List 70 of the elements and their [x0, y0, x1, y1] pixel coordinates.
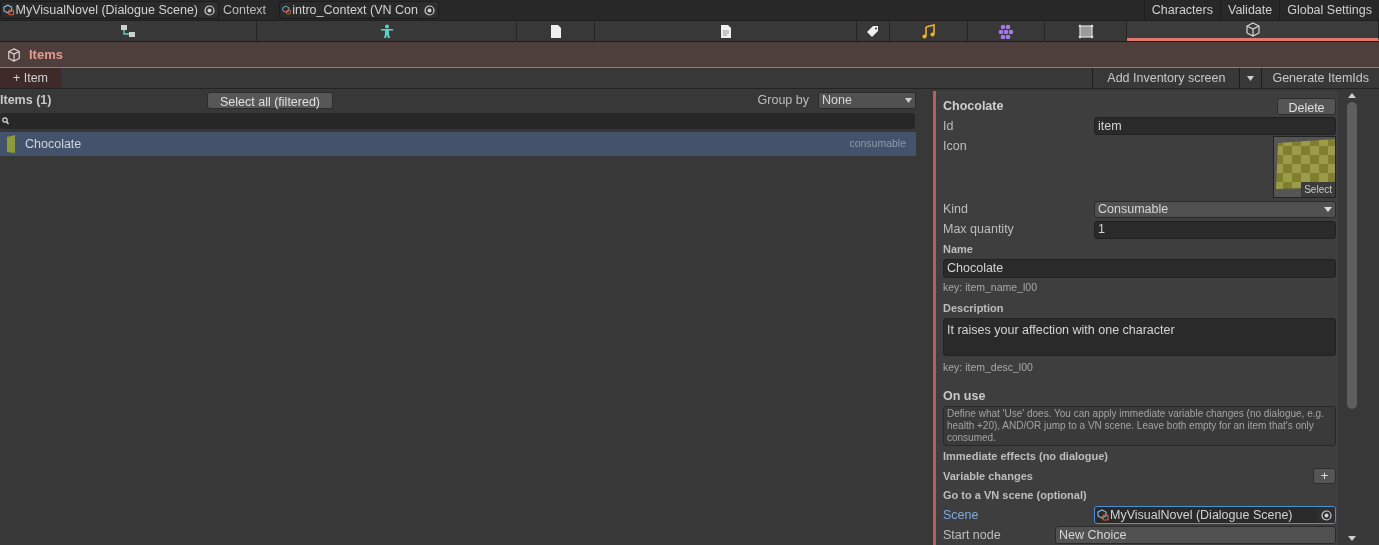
- generate-ids-button[interactable]: Generate ItemIds: [1261, 68, 1379, 88]
- icon-preview[interactable]: Select: [1273, 136, 1336, 199]
- scroll-down-icon[interactable]: [1347, 536, 1356, 541]
- name-field[interactable]: Chocolate: [943, 259, 1336, 279]
- scene-asset-icon: [282, 4, 292, 16]
- field-value: MyVisualNovel (Dialogue Scene): [1110, 507, 1293, 524]
- toolbar-button[interactable]: Validate: [1219, 0, 1280, 20]
- field-label: Start node: [943, 526, 1002, 544]
- caret-icon: [1324, 207, 1332, 213]
- immediate-effects-header: Immediate effects (no dialogue): [943, 448, 1110, 464]
- cube-icon: [7, 47, 21, 62]
- item-name: Chocolate: [25, 135, 83, 153]
- key-label: key: item_desc_l00: [943, 359, 1034, 375]
- name-header: Name: [943, 242, 974, 258]
- add-button[interactable]: +: [1313, 467, 1336, 484]
- group-by-dropdown[interactable]: None: [818, 91, 916, 109]
- delete-button[interactable]: Delete: [1277, 97, 1336, 115]
- caret-icon: [1247, 75, 1255, 81]
- target-icon[interactable]: [423, 4, 435, 16]
- scroll-up-icon[interactable]: [1347, 93, 1356, 98]
- variable-changes-label: Variable changes: [943, 468, 1033, 484]
- key-label: key: item_name_l00: [943, 280, 1038, 296]
- graph-icon: [120, 23, 136, 39]
- field-label: Kind: [943, 201, 970, 219]
- toolbar-button[interactable]: Global Settings: [1279, 0, 1379, 20]
- field-label: Icon: [943, 138, 967, 156]
- start-node-dropdown[interactable]: New Choice: [1055, 526, 1336, 545]
- select-all-button[interactable]: Select all (filtered): [207, 91, 334, 109]
- description-header: Description: [943, 300, 1005, 316]
- add-item-button[interactable]: + Item: [0, 68, 61, 88]
- field-label: Max quantity: [943, 221, 1015, 239]
- on-use-header: On use: [943, 387, 987, 405]
- id-field[interactable]: item: [1094, 117, 1336, 136]
- field-value: MyVisualNovel (Dialogue Scene): [15, 2, 198, 18]
- list-title: Items (1): [0, 91, 53, 109]
- section-title: Items: [29, 45, 63, 64]
- frame-icon: [1077, 23, 1094, 39]
- go-to-scene-header: Go to a VN scene (optional): [943, 488, 1088, 504]
- search-field[interactable]: [0, 113, 915, 129]
- person-icon: [378, 23, 395, 39]
- scene-asset-icon: [3, 4, 15, 16]
- select-link[interactable]: Select: [1301, 182, 1335, 198]
- target-icon[interactable]: [203, 4, 215, 16]
- music-note-icon: [920, 23, 937, 39]
- field-value: intro_Context (VN Con: [292, 2, 418, 18]
- scrollbar-thumb[interactable]: [1346, 102, 1357, 409]
- item-tag: consumable: [849, 136, 906, 152]
- chocolate-bar-icon: [5, 135, 15, 153]
- list-item[interactable]: Chocolate consumable: [0, 132, 916, 156]
- add-inventory-button[interactable]: Add Inventory screen: [1092, 68, 1240, 88]
- tag-icon: [865, 23, 881, 39]
- context-label: Context: [222, 1, 268, 19]
- search-icon: [2, 117, 9, 125]
- description-field[interactable]: It raises your affection with one character: [943, 317, 1336, 357]
- target-icon[interactable]: [1320, 509, 1332, 521]
- caret-icon: [905, 97, 912, 103]
- field-label: Scene: [943, 506, 980, 524]
- toolbar-button[interactable]: Characters: [1143, 0, 1220, 20]
- kind-dropdown[interactable]: Consumable: [1094, 201, 1336, 219]
- group-by-label: Group by: [757, 91, 809, 109]
- details-title: Chocolate: [943, 97, 1004, 115]
- help-box: Define what 'Use' does. You can apply immediate variable changes (no dialogue, e.g. health +20), AND/OR jump to a VN scene. Leave both empty for an item that's only consumed.: [943, 406, 1336, 447]
- scene-field[interactable]: MyVisualNovel (Dialogue Scene): [0, 1, 219, 19]
- context-field[interactable]: intro_Context (VN Con: [279, 1, 439, 19]
- scene-field[interactable]: MyVisualNovel (Dialogue Scene): [1094, 506, 1336, 525]
- cube-icon: [1244, 22, 1261, 37]
- field-label: Id: [943, 118, 955, 136]
- scene-asset-icon: [1097, 509, 1109, 522]
- cluster-icon: [998, 23, 1014, 39]
- max-quantity-field[interactable]: 1: [1094, 220, 1336, 239]
